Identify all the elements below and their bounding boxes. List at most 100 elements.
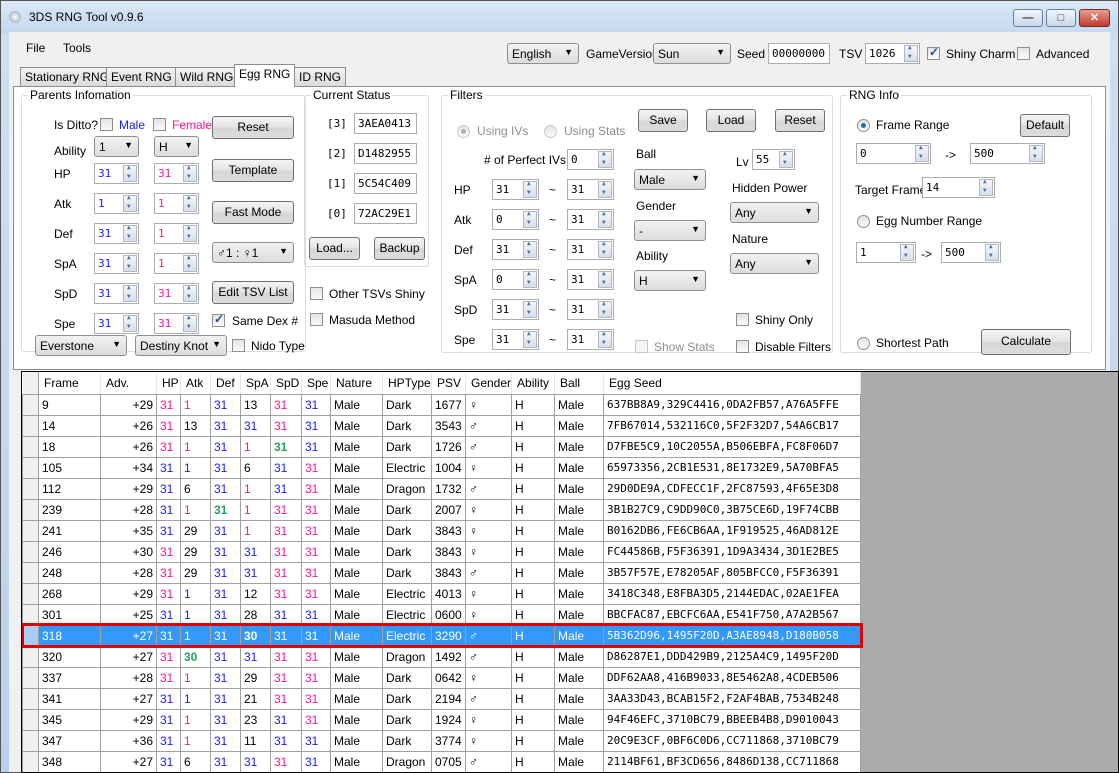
maximize-button[interactable]: □ (1046, 9, 1076, 27)
row-selector[interactable] (22, 582, 39, 605)
row-selector[interactable] (22, 456, 39, 479)
filter-max-spinner[interactable]: 31 (567, 179, 614, 200)
column-header[interactable]: Atk (180, 372, 211, 395)
column-header[interactable]: Frame (38, 372, 101, 395)
advanced-checkbox[interactable] (1017, 47, 1030, 60)
column-header[interactable]: Adv. (100, 372, 157, 395)
lv-spinner[interactable]: 55 (752, 149, 795, 170)
female-iv-spinner[interactable]: 1 (154, 223, 199, 244)
spin-arrows-icon[interactable] (183, 224, 197, 242)
filter-min-spinner[interactable]: 0 (492, 209, 539, 230)
status-backup-button[interactable]: Backup (374, 237, 425, 260)
female-iv-spinner[interactable]: 1 (154, 193, 199, 214)
filter-min-spinner[interactable]: 0 (492, 269, 539, 290)
spin-arrows-icon[interactable] (915, 144, 929, 162)
filter-max-spinner[interactable]: 31 (567, 209, 614, 230)
spin-arrows-icon[interactable] (900, 243, 914, 261)
column-header[interactable]: Def (210, 372, 241, 395)
language-select[interactable]: English ▼ (507, 43, 579, 64)
egg-min-spinner[interactable]: 1 (856, 242, 916, 263)
row-selector[interactable] (22, 750, 39, 772)
column-header[interactable]: Nature (330, 372, 383, 395)
same-dex-checkbox[interactable] (212, 312, 225, 327)
table-row[interactable]: 348 +27 31 6 31 31 31 31 Male Dragon 0705 ♂ H Male 211… (22, 750, 862, 772)
filters-reset-button[interactable]: Reset (775, 109, 825, 132)
spin-arrows-icon[interactable] (123, 254, 137, 272)
filters-save-button[interactable]: Save (638, 109, 688, 132)
calculate-button[interactable]: Calculate (981, 329, 1071, 355)
spin-arrows-icon[interactable] (183, 284, 197, 302)
row-selector[interactable] (22, 708, 39, 731)
status-seed-input[interactable]: D1482955 (354, 143, 417, 164)
column-header[interactable]: SpD (270, 372, 302, 395)
row-selector[interactable] (22, 624, 39, 647)
egg-max-spinner[interactable]: 500 (941, 242, 1001, 263)
fast-mode-button[interactable]: Fast Mode (212, 201, 294, 224)
using-ivs-radio[interactable] (457, 125, 470, 138)
spin-arrows-icon[interactable] (598, 240, 612, 258)
filter-min-spinner[interactable]: 31 (492, 299, 539, 320)
table-row[interactable]: 320 +27 31 30 31 31 31 31 Male Dragon 1492 ♂ H Male D8… (22, 645, 862, 668)
male-iv-spinner[interactable]: 31 (94, 253, 139, 274)
spin-arrows-icon[interactable] (904, 44, 918, 62)
nature-select[interactable]: Any ▼ (730, 253, 819, 274)
gender-select[interactable]: - ▼ (634, 220, 706, 241)
row-selector[interactable] (22, 729, 39, 752)
table-row[interactable]: 241 +35 31 29 31 1 31 31 Male Dark 3843 ♀ H Male B0162… (22, 519, 862, 542)
ability-filter-select[interactable]: H ▼ (634, 270, 706, 291)
row-selector[interactable] (22, 393, 39, 416)
nido-type-checkbox[interactable] (232, 339, 245, 352)
row-selector[interactable] (22, 414, 39, 437)
frame-min-spinner[interactable]: 0 (856, 143, 931, 164)
table-row[interactable]: 14 +26 31 13 31 31 31 31 Male Dark 3543 ♂ H Male 7FB67… (22, 414, 862, 437)
other-tsvs-shiny-checkbox[interactable] (310, 287, 323, 300)
male-ditto-checkbox[interactable] (100, 118, 113, 131)
column-header[interactable]: Ability (511, 372, 556, 395)
spin-arrows-icon[interactable] (523, 300, 537, 318)
spin-arrows-icon[interactable] (598, 330, 612, 348)
spin-arrows-icon[interactable] (183, 194, 197, 212)
filter-max-spinner[interactable]: 31 (567, 299, 614, 320)
table-row[interactable]: 301 +25 31 1 31 28 31 31 Male Electric 0600 ♀ H Male B… (22, 603, 862, 626)
column-header[interactable]: Gender (465, 372, 513, 395)
gender-ratio-select[interactable]: ♂1 : ♀1 ▼ (212, 242, 294, 263)
hidden-power-select[interactable]: Any ▼ (730, 202, 819, 223)
status-load-button[interactable]: Load... (309, 237, 360, 260)
ball-select[interactable]: Male ▼ (634, 169, 706, 190)
row-selector[interactable] (22, 645, 39, 668)
table-row[interactable]: 347 +36 31 1 31 11 31 31 Male Dark 3774 ♀ H Male 20C9E… (22, 729, 862, 752)
row-selector[interactable] (22, 687, 39, 710)
minimize-button[interactable]: — (1013, 9, 1043, 27)
female-iv-spinner[interactable]: 1 (154, 253, 199, 274)
title-bar[interactable]: 3DS RNG Tool v0.9.6 — □ ✕ (1, 1, 1118, 33)
tab-egg-rng[interactable]: Egg RNG (234, 64, 296, 87)
spin-arrows-icon[interactable] (598, 270, 612, 288)
spin-arrows-icon[interactable] (123, 224, 137, 242)
spin-arrows-icon[interactable] (183, 164, 197, 182)
filter-min-spinner[interactable]: 31 (492, 179, 539, 200)
spin-arrows-icon[interactable] (523, 330, 537, 348)
column-header[interactable]: PSV (431, 372, 466, 395)
row-selector[interactable] (22, 666, 39, 689)
filter-min-spinner[interactable]: 31 (492, 239, 539, 260)
spin-arrows-icon[interactable] (523, 270, 537, 288)
status-seed-input[interactable]: 72AC29E1 (354, 203, 417, 224)
menu-file[interactable]: File (26, 41, 45, 55)
row-selector[interactable] (22, 498, 39, 521)
spin-arrows-icon[interactable] (523, 180, 537, 198)
spin-arrows-icon[interactable] (523, 240, 537, 258)
table-row[interactable]: 268 +29 31 1 31 12 31 31 Male Electric 4013 ♀ H Male 3… (22, 582, 862, 605)
spin-arrows-icon[interactable] (598, 210, 612, 228)
spin-arrows-icon[interactable] (123, 194, 137, 212)
status-seed-input[interactable]: 3AEA0413 (354, 113, 417, 134)
table-row[interactable]: 341 +27 31 1 31 21 31 31 Male Dark 2194 ♂ H Male 3AA33… (22, 687, 862, 710)
spin-arrows-icon[interactable] (779, 150, 793, 168)
filters-load-button[interactable]: Load (706, 109, 756, 132)
male-iv-spinner[interactable]: 31 (94, 313, 139, 334)
filter-max-spinner[interactable]: 31 (567, 269, 614, 290)
spin-arrows-icon[interactable] (123, 164, 137, 182)
column-header[interactable]: Ball (554, 372, 605, 395)
table-row[interactable]: 246 +30 31 29 31 31 31 31 Male Dark 3843 ♀ H Male FC44… (22, 540, 862, 563)
masuda-method-checkbox[interactable] (310, 313, 323, 326)
spin-arrows-icon[interactable] (598, 150, 612, 168)
